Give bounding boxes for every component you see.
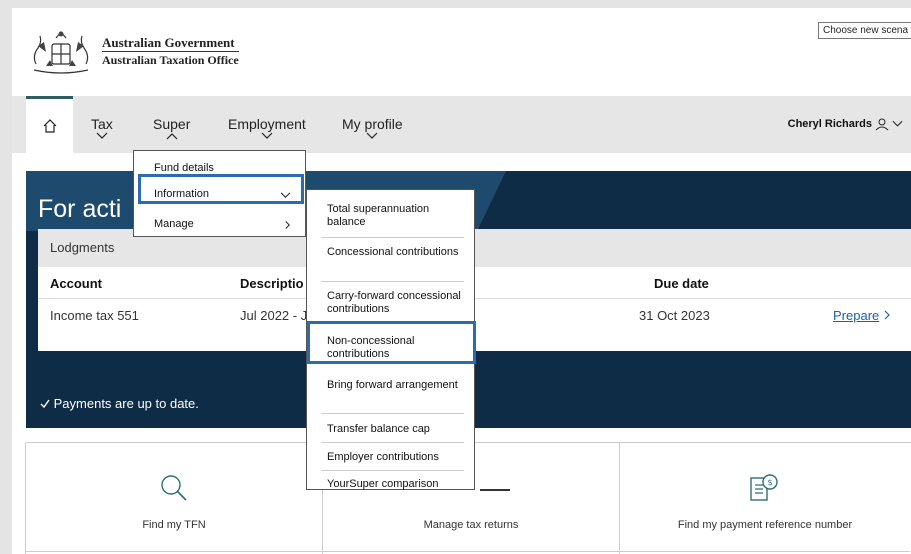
banner-title: For acti bbox=[38, 195, 122, 223]
selected-item-highlight bbox=[307, 321, 476, 364]
menu-item-fund-details[interactable]: Fund details bbox=[134, 162, 305, 174]
cell-description: Jul 2022 - J bbox=[240, 308, 308, 323]
divider bbox=[321, 442, 464, 443]
main-nav: Tax Super Employment My profile Cheryl R… bbox=[12, 96, 911, 153]
column-due-date: Due date bbox=[654, 276, 709, 291]
menu-item-bring-forward[interactable]: Bring forward arrangement bbox=[307, 379, 474, 392]
chevron-down-icon bbox=[892, 120, 903, 127]
prepare-link-label: Prepare bbox=[833, 308, 880, 323]
menu-item-yoursuper-comparison[interactable]: YourSuper comparison bbox=[307, 478, 474, 491]
chevron-down-icon bbox=[366, 132, 378, 139]
super-dropdown-menu: Fund details Information Manage bbox=[133, 150, 306, 237]
magnifier-icon bbox=[161, 475, 187, 501]
column-description: Descriptio bbox=[240, 276, 304, 291]
choose-scenario-button[interactable]: Choose new scena bbox=[818, 22, 911, 39]
divider bbox=[321, 281, 464, 282]
chevron-down-icon bbox=[261, 132, 273, 139]
menu-item-employer-contributions[interactable]: Employer contributions bbox=[307, 451, 474, 464]
tile-find-payment-reference[interactable]: $ Find my payment reference number bbox=[619, 443, 910, 554]
menu-item-manage[interactable]: Manage bbox=[134, 218, 305, 230]
logo-line1: Australian Government bbox=[102, 34, 235, 50]
chevron-right-icon bbox=[884, 310, 890, 320]
svg-text:$: $ bbox=[767, 478, 772, 487]
nav-tab-super[interactable]: Super bbox=[153, 116, 190, 140]
coat-of-arms-icon bbox=[33, 31, 89, 74]
payments-status: Payments are up to date. bbox=[40, 396, 199, 411]
cell-due-date: 31 Oct 2023 bbox=[639, 308, 710, 323]
tile-label: Find my payment reference number bbox=[677, 519, 853, 531]
home-button[interactable] bbox=[26, 96, 73, 153]
menu-item-concessional[interactable]: Concessional contributions bbox=[307, 246, 474, 259]
divider bbox=[26, 551, 322, 552]
chevron-up-icon bbox=[166, 133, 178, 140]
selected-item-highlight bbox=[138, 174, 304, 204]
column-account: Account bbox=[50, 276, 102, 291]
menu-item-label: Fund details bbox=[154, 162, 214, 174]
tile-label: Find my TFN bbox=[142, 519, 206, 531]
home-icon bbox=[43, 119, 56, 133]
nav-tab-label: Tax bbox=[91, 116, 113, 132]
divider bbox=[321, 413, 464, 414]
divider bbox=[321, 470, 464, 471]
prepare-link[interactable]: Prepare bbox=[833, 308, 891, 323]
user-menu[interactable]: Cheryl Richards bbox=[788, 117, 903, 131]
dash-icon bbox=[479, 489, 510, 491]
chevron-down-icon bbox=[96, 132, 108, 139]
menu-item-label: Manage bbox=[154, 218, 194, 230]
nav-tab-label: Super bbox=[153, 116, 191, 132]
nav-tab-employment[interactable]: Employment bbox=[228, 116, 306, 140]
page: Choose new scena Australian Government A… bbox=[12, 8, 911, 554]
menu-item-transfer-balance-cap[interactable]: Transfer balance cap bbox=[307, 423, 474, 436]
logo-line2: Australian Taxation Office bbox=[102, 50, 239, 67]
nav-tab-tax[interactable]: Tax bbox=[91, 116, 113, 140]
user-name: Cheryl Richards bbox=[787, 118, 872, 130]
nav-tab-my-profile[interactable]: My profile bbox=[342, 116, 403, 140]
cell-account: Income tax 551 bbox=[50, 308, 139, 323]
tile-label: Manage tax returns bbox=[423, 519, 519, 531]
divider bbox=[323, 551, 619, 552]
chevron-right-icon bbox=[285, 221, 290, 229]
divider bbox=[321, 237, 464, 238]
tile-find-my-tfn[interactable]: Find my TFN bbox=[25, 443, 323, 554]
document-dollar-icon: $ bbox=[750, 474, 778, 501]
payments-status-text: Payments are up to date. bbox=[53, 396, 199, 411]
check-icon bbox=[40, 399, 50, 409]
user-icon bbox=[875, 118, 889, 131]
nav-tab-label: My profile bbox=[342, 116, 403, 132]
nav-tab-label: Employment bbox=[228, 116, 306, 132]
menu-item-total-super-balance[interactable]: Total superannuation balance bbox=[307, 203, 474, 229]
menu-item-carry-forward[interactable]: Carry-forward concessional contributions bbox=[307, 290, 474, 316]
ato-logo[interactable]: Australian Government Australian Taxatio… bbox=[26, 26, 239, 76]
information-submenu: Total superannuation balance Concessiona… bbox=[306, 189, 476, 491]
divider bbox=[620, 551, 910, 552]
